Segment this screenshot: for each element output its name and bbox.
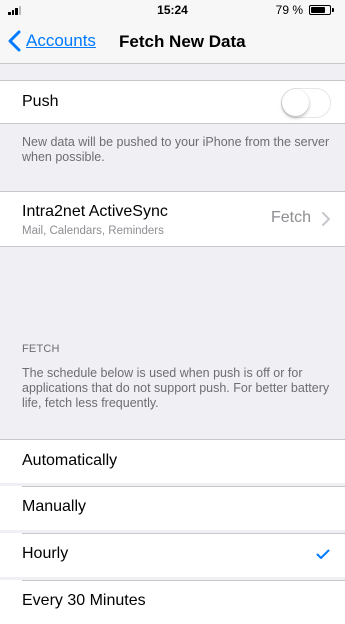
chevron-right-icon: [322, 212, 330, 226]
page-title: Fetch New Data: [119, 32, 246, 51]
row-separator: [22, 580, 345, 581]
option-automatically[interactable]: Automatically: [0, 439, 345, 483]
battery-percentage: 79 %: [275, 3, 303, 17]
chevron-left-icon: [8, 30, 21, 52]
navigation-bar: Accounts Fetch New Data: [0, 20, 345, 64]
account-subtitle: Mail, Calendars, Reminders: [22, 225, 164, 237]
push-label: Push: [22, 93, 59, 110]
account-fetch-value: Fetch: [270, 209, 311, 226]
checkmark-icon: [316, 549, 330, 559]
account-row[interactable]: Intra2net ActiveSync Mail, Calendars, Re…: [0, 191, 345, 247]
option-every-30-minutes[interactable]: Every 30 Minutes: [0, 580, 345, 624]
fetch-description: The schedule below is used when push is …: [22, 366, 330, 410]
toggle-knob: [282, 89, 309, 116]
status-bar: 15:24 79 %: [0, 0, 345, 20]
battery-icon: [309, 5, 331, 15]
option-label: Manually: [22, 498, 87, 515]
back-button-label: Accounts: [26, 31, 96, 50]
option-manually[interactable]: Manually: [0, 486, 345, 530]
option-label: Hourly: [22, 545, 69, 562]
option-label: Automatically: [22, 452, 118, 469]
row-separator: [22, 533, 345, 534]
fetch-section-header: FETCH: [22, 343, 60, 355]
option-hourly[interactable]: Hourly: [0, 533, 345, 577]
row-separator: [22, 486, 345, 487]
push-toggle[interactable]: [281, 88, 331, 118]
option-label: Every 30 Minutes: [22, 592, 146, 609]
push-row: Push: [0, 80, 345, 124]
push-footer: New data will be pushed to your iPhone f…: [22, 135, 330, 164]
battery-tip: [332, 8, 334, 12]
account-name: Intra2net ActiveSync: [22, 203, 168, 220]
back-button[interactable]: Accounts: [8, 30, 96, 52]
